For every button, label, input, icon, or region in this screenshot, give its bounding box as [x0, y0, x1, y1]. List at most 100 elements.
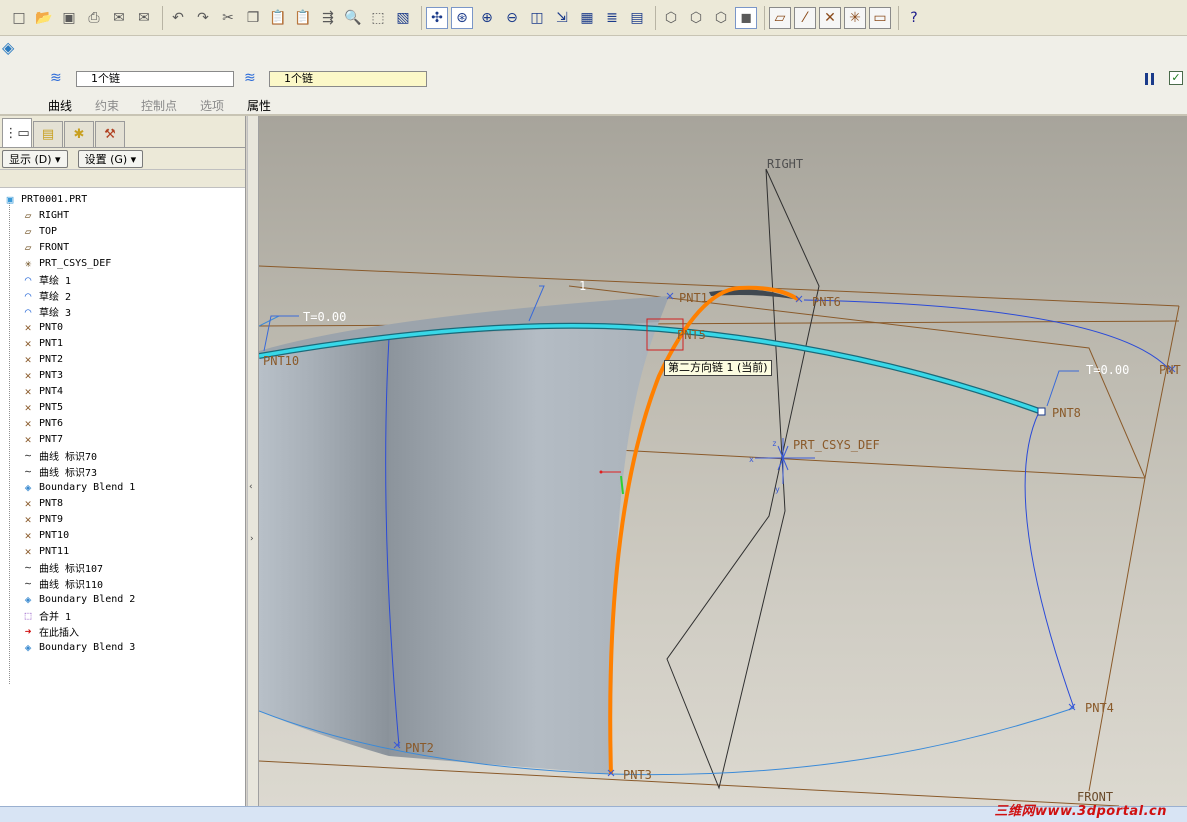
tree-item[interactable]: ✕ PNT10 [0, 527, 245, 543]
tree-item[interactable]: ⬚ 合并 1 [0, 607, 245, 623]
csys-label[interactable]: PRT_CSYS_DEF [793, 438, 880, 452]
layers-button[interactable]: ≣ [601, 7, 623, 29]
tree-item[interactable]: ➜ 在此插入 [0, 623, 245, 639]
spin-center-button[interactable]: ✣ [426, 6, 448, 29]
view-manager-button[interactable]: ▤ [626, 7, 648, 29]
whats-this-button[interactable]: ? [903, 7, 925, 29]
tab-favorites[interactable]: ✱ [64, 121, 94, 147]
pnt6-label[interactable]: PNT6 [812, 295, 841, 309]
tab-connections[interactable]: ⚒ [95, 121, 125, 147]
first-direction-chain-field[interactable]: 1个链 [76, 71, 234, 87]
reorient-button[interactable]: ⇲ [551, 7, 573, 29]
email-button[interactable]: ✉ [108, 7, 130, 29]
hidden-line-button[interactable]: ⬡ [685, 7, 707, 29]
tree-item[interactable]: ⌒ 草绘 3 [0, 303, 245, 319]
tree-item[interactable]: ✕ PNT0 [0, 319, 245, 335]
datum-right-label[interactable]: RIGHT [767, 157, 803, 171]
email-send-button[interactable]: ✉ [133, 7, 155, 29]
show-button[interactable]: 显示 (D) ▾ [2, 149, 68, 168]
collapse-left-icon[interactable]: ‹ [249, 482, 253, 492]
datum-points-button[interactable]: ✕ [819, 6, 841, 29]
graphics-viewport[interactable]: RIGHT FRONT PRT_CSYS_DEF x z y PNT1 PNT6… [259, 116, 1187, 806]
datum-planes-button[interactable]: ▱ [769, 6, 791, 29]
undo-button[interactable]: ↶ [167, 7, 189, 29]
pnt5-label[interactable]: PNT5 [677, 328, 706, 342]
saved-views-icon: ▦ [580, 9, 594, 26]
tree-item[interactable]: ✕ PNT11 [0, 543, 245, 559]
tree-item[interactable]: ▱ FRONT [0, 239, 245, 255]
tree-item[interactable]: ✕ PNT5 [0, 399, 245, 415]
save-button[interactable]: ▣ [58, 7, 80, 29]
tree-item[interactable]: ◈ Boundary Blend 3 [0, 639, 245, 655]
copy-button[interactable]: ❐ [242, 7, 264, 29]
settings-button[interactable]: 设置 (G) ▾ [77, 149, 144, 168]
tree-item[interactable]: ∼ 曲线 标识70 [0, 447, 245, 463]
annotations-button[interactable]: ▭ [869, 6, 891, 29]
regenerate-button[interactable]: ⇶ [317, 7, 339, 29]
pnt2-label[interactable]: PNT2 [405, 741, 434, 755]
tree-item[interactable]: ▱ TOP [0, 223, 245, 239]
saved-views-button[interactable]: ▦ [576, 7, 598, 29]
tab-folder-browser[interactable]: ▤ [33, 121, 63, 147]
zoom-in-button[interactable]: ⊕ [476, 7, 498, 29]
tree-item[interactable]: ✕ PNT3 [0, 367, 245, 383]
pnt8-control-handle[interactable] [1037, 407, 1046, 416]
tree-item[interactable]: ✕ PNT1 [0, 335, 245, 351]
tree-item[interactable]: ✕ PNT8 [0, 495, 245, 511]
paste-special-button[interactable]: 📋 [292, 7, 314, 29]
pnt4-label[interactable]: PNT4 [1085, 701, 1114, 715]
cut-button[interactable]: ✂ [217, 7, 239, 29]
repaint-button[interactable]: ▧ [392, 7, 414, 29]
refit-button[interactable]: ◫ [526, 7, 548, 29]
pnt10-label[interactable]: PNT10 [263, 354, 299, 368]
tree-item[interactable]: ◈ Boundary Blend 2 [0, 591, 245, 607]
csys-button[interactable]: ✳ [844, 6, 866, 29]
redo-button[interactable]: ↷ [192, 7, 214, 29]
pause-button[interactable] [1144, 72, 1156, 86]
no-hidden-button[interactable]: ⬡ [710, 7, 732, 29]
select-box-button[interactable]: ⬚ [367, 7, 389, 29]
tree-item[interactable]: ✳ PRT_CSYS_DEF [0, 255, 245, 271]
tree-item[interactable]: ✕ PNT9 [0, 511, 245, 527]
orient-button[interactable]: ⊛ [451, 6, 473, 29]
tree-item[interactable]: ∼ 曲线 标识73 [0, 463, 245, 479]
tab-control-points[interactable]: 控制点 [141, 97, 177, 114]
second-direction-chain-field[interactable]: 1个链 [269, 71, 427, 87]
tree-item[interactable]: ∼ 曲线 标识110 [0, 575, 245, 591]
tree-item[interactable]: ▱ RIGHT [0, 207, 245, 223]
datum-axes-button[interactable]: ⁄ [794, 6, 816, 29]
tree-item[interactable]: ◈ Boundary Blend 1 [0, 479, 245, 495]
ok-checkmark-button[interactable]: ✓ [1169, 71, 1183, 85]
panel-splitter[interactable]: ‹ › [247, 116, 259, 806]
tree-item[interactable]: ⌒ 草绘 1 [0, 271, 245, 287]
tree-item[interactable]: ✕ PNT4 [0, 383, 245, 399]
print-button[interactable]: ⎙ [83, 7, 105, 29]
tree-item[interactable]: ⌒ 草绘 2 [0, 287, 245, 303]
tree-item[interactable]: ✕ PNT7 [0, 431, 245, 447]
tension-right-label[interactable]: T=0.00 [1086, 363, 1129, 377]
find-button[interactable]: 🔍 [342, 7, 364, 29]
model-view[interactable]: RIGHT FRONT PRT_CSYS_DEF x z y PNT1 PNT6… [259, 116, 1187, 806]
pnt-label[interactable]: PNT [1159, 363, 1181, 377]
paste-button[interactable]: 📋 [267, 7, 289, 29]
tab-options[interactable]: 选项 [200, 97, 224, 114]
tab-model-tree[interactable]: ⋮▭ [2, 118, 32, 147]
tree-item[interactable]: ▣ PRT0001.PRT [0, 191, 245, 207]
tree-item[interactable]: ✕ PNT6 [0, 415, 245, 431]
zoom-out-button[interactable]: ⊖ [501, 7, 523, 29]
pnt1-label[interactable]: PNT1 [679, 291, 708, 305]
tab-constraints[interactable]: 约束 [95, 97, 119, 114]
pnt3-label[interactable]: PNT3 [623, 768, 652, 782]
tab-properties[interactable]: 属性 [247, 97, 271, 114]
pnt8-label[interactable]: PNT8 [1052, 406, 1081, 420]
expand-right-icon[interactable]: › [250, 534, 254, 544]
shading-button[interactable]: ◼ [735, 6, 757, 29]
new-button[interactable]: □ [8, 7, 30, 29]
tree-item[interactable]: ∼ 曲线 标识107 [0, 559, 245, 575]
chain-number-label[interactable]: 1 [579, 279, 586, 293]
tension-left-label[interactable]: T=0.00 [303, 310, 346, 324]
tree-item[interactable]: ✕ PNT2 [0, 351, 245, 367]
open-button[interactable]: 📂 [33, 7, 55, 29]
wireframe-button[interactable]: ⬡ [660, 7, 682, 29]
tab-curves[interactable]: 曲线 [48, 97, 72, 114]
